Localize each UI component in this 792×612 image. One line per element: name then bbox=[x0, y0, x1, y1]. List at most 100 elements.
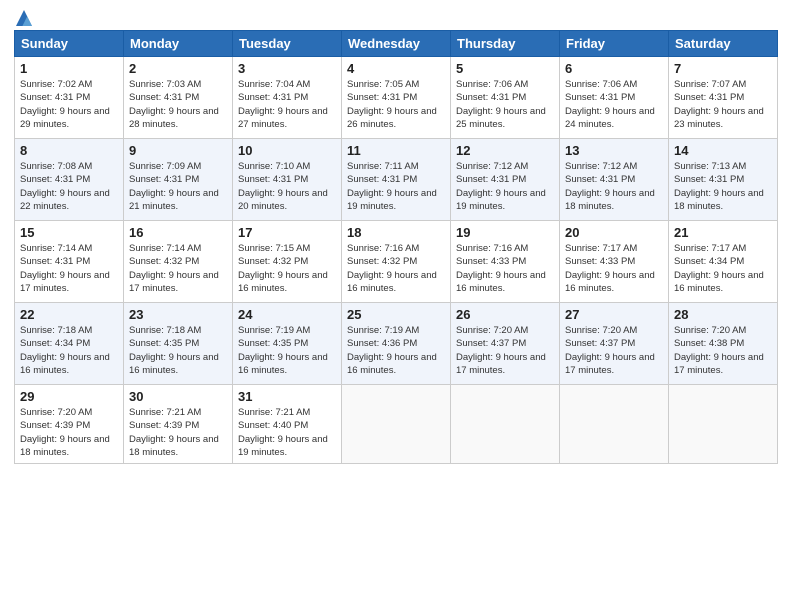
day-number: 5 bbox=[456, 61, 554, 76]
calendar-cell: 16 Sunrise: 7:14 AMSunset: 4:32 PMDayligh… bbox=[124, 221, 233, 303]
calendar-cell: 28 Sunrise: 7:20 AMSunset: 4:38 PMDayligh… bbox=[669, 303, 778, 385]
calendar-cell: 10 Sunrise: 7:10 AMSunset: 4:31 PMDayligh… bbox=[233, 139, 342, 221]
day-info: Sunrise: 7:06 AMSunset: 4:31 PMDaylight:… bbox=[565, 78, 663, 131]
calendar-cell: 29Sunrise: 7:20 AMSunset: 4:39 PMDayligh… bbox=[15, 385, 124, 464]
calendar-cell: 15 Sunrise: 7:14 AMSunset: 4:31 PMDayligh… bbox=[15, 221, 124, 303]
calendar-cell: 4 Sunrise: 7:05 AMSunset: 4:31 PMDaylight… bbox=[342, 57, 451, 139]
day-number: 3 bbox=[238, 61, 336, 76]
day-header-saturday: Saturday bbox=[669, 31, 778, 57]
calendar-cell bbox=[669, 385, 778, 464]
calendar-cell: 20Sunrise: 7:17 AMSunset: 4:33 PMDayligh… bbox=[560, 221, 669, 303]
day-info: Sunrise: 7:14 AMSunset: 4:32 PMDaylight:… bbox=[129, 242, 227, 295]
calendar-cell: 24Sunrise: 7:19 AMSunset: 4:35 PMDayligh… bbox=[233, 303, 342, 385]
day-number: 29 bbox=[20, 389, 118, 404]
week-row-4: 22 Sunrise: 7:18 AMSunset: 4:34 PMDayligh… bbox=[15, 303, 778, 385]
day-number: 23 bbox=[129, 307, 227, 322]
day-number: 4 bbox=[347, 61, 445, 76]
day-number: 21 bbox=[674, 225, 772, 240]
day-number: 18 bbox=[347, 225, 445, 240]
day-info: Sunrise: 7:20 AMSunset: 4:37 PMDaylight:… bbox=[456, 324, 554, 377]
day-info: Sunrise: 7:18 AMSunset: 4:35 PMDaylight:… bbox=[129, 324, 227, 377]
day-header-friday: Friday bbox=[560, 31, 669, 57]
calendar-cell: 13 Sunrise: 7:12 AMSunset: 4:31 PMDayligh… bbox=[560, 139, 669, 221]
day-header-sunday: Sunday bbox=[15, 31, 124, 57]
day-info: Sunrise: 7:09 AMSunset: 4:31 PMDaylight:… bbox=[129, 160, 227, 213]
calendar-cell: 12 Sunrise: 7:12 AMSunset: 4:31 PMDayligh… bbox=[451, 139, 560, 221]
day-info: Sunrise: 7:14 AMSunset: 4:31 PMDaylight:… bbox=[20, 242, 118, 295]
day-info: Sunrise: 7:04 AMSunset: 4:31 PMDaylight:… bbox=[238, 78, 336, 131]
day-number: 20 bbox=[565, 225, 663, 240]
day-number: 26 bbox=[456, 307, 554, 322]
logo bbox=[14, 10, 32, 22]
calendar-cell: 27Sunrise: 7:20 AMSunset: 4:37 PMDayligh… bbox=[560, 303, 669, 385]
day-number: 11 bbox=[347, 143, 445, 158]
day-number: 31 bbox=[238, 389, 336, 404]
day-number: 12 bbox=[456, 143, 554, 158]
day-info: Sunrise: 7:05 AMSunset: 4:31 PMDaylight:… bbox=[347, 78, 445, 131]
week-row-2: 8 Sunrise: 7:08 AMSunset: 4:31 PMDaylight… bbox=[15, 139, 778, 221]
day-info: Sunrise: 7:06 AMSunset: 4:31 PMDaylight:… bbox=[456, 78, 554, 131]
day-info: Sunrise: 7:18 AMSunset: 4:34 PMDaylight:… bbox=[20, 324, 118, 377]
calendar-cell: 17Sunrise: 7:15 AMSunset: 4:32 PMDayligh… bbox=[233, 221, 342, 303]
header bbox=[14, 10, 778, 22]
day-header-wednesday: Wednesday bbox=[342, 31, 451, 57]
day-number: 8 bbox=[20, 143, 118, 158]
calendar-cell: 25 Sunrise: 7:19 AMSunset: 4:36 PMDayligh… bbox=[342, 303, 451, 385]
day-info: Sunrise: 7:12 AMSunset: 4:31 PMDaylight:… bbox=[456, 160, 554, 213]
day-number: 15 bbox=[20, 225, 118, 240]
calendar-cell: 7 Sunrise: 7:07 AMSunset: 4:31 PMDaylight… bbox=[669, 57, 778, 139]
calendar-cell: 21 Sunrise: 7:17 AMSunset: 4:34 PMDayligh… bbox=[669, 221, 778, 303]
day-info: Sunrise: 7:19 AMSunset: 4:35 PMDaylight:… bbox=[238, 324, 336, 377]
day-info: Sunrise: 7:07 AMSunset: 4:31 PMDaylight:… bbox=[674, 78, 772, 131]
day-header-thursday: Thursday bbox=[451, 31, 560, 57]
day-number: 13 bbox=[565, 143, 663, 158]
day-info: Sunrise: 7:08 AMSunset: 4:31 PMDaylight:… bbox=[20, 160, 118, 213]
day-number: 22 bbox=[20, 307, 118, 322]
day-info: Sunrise: 7:16 AMSunset: 4:32 PMDaylight:… bbox=[347, 242, 445, 295]
day-info: Sunrise: 7:20 AMSunset: 4:37 PMDaylight:… bbox=[565, 324, 663, 377]
logo-text bbox=[14, 10, 32, 26]
day-number: 16 bbox=[129, 225, 227, 240]
week-row-3: 15 Sunrise: 7:14 AMSunset: 4:31 PMDayligh… bbox=[15, 221, 778, 303]
calendar-cell: 9 Sunrise: 7:09 AMSunset: 4:31 PMDaylight… bbox=[124, 139, 233, 221]
day-number: 25 bbox=[347, 307, 445, 322]
day-header-tuesday: Tuesday bbox=[233, 31, 342, 57]
day-info: Sunrise: 7:03 AMSunset: 4:31 PMDaylight:… bbox=[129, 78, 227, 131]
day-info: Sunrise: 7:12 AMSunset: 4:31 PMDaylight:… bbox=[565, 160, 663, 213]
day-info: Sunrise: 7:21 AMSunset: 4:40 PMDaylight:… bbox=[238, 406, 336, 459]
page: SundayMondayTuesdayWednesdayThursdayFrid… bbox=[0, 0, 792, 474]
calendar-cell: 3 Sunrise: 7:04 AMSunset: 4:31 PMDaylight… bbox=[233, 57, 342, 139]
calendar-cell: 11 Sunrise: 7:11 AMSunset: 4:31 PMDayligh… bbox=[342, 139, 451, 221]
calendar-cell: 31 Sunrise: 7:21 AMSunset: 4:40 PMDayligh… bbox=[233, 385, 342, 464]
day-number: 10 bbox=[238, 143, 336, 158]
day-number: 9 bbox=[129, 143, 227, 158]
day-info: Sunrise: 7:10 AMSunset: 4:31 PMDaylight:… bbox=[238, 160, 336, 213]
calendar-cell bbox=[451, 385, 560, 464]
day-number: 17 bbox=[238, 225, 336, 240]
day-number: 2 bbox=[129, 61, 227, 76]
day-info: Sunrise: 7:20 AMSunset: 4:38 PMDaylight:… bbox=[674, 324, 772, 377]
calendar-cell: 30Sunrise: 7:21 AMSunset: 4:39 PMDayligh… bbox=[124, 385, 233, 464]
calendar-cell: 6 Sunrise: 7:06 AMSunset: 4:31 PMDaylight… bbox=[560, 57, 669, 139]
day-info: Sunrise: 7:17 AMSunset: 4:34 PMDaylight:… bbox=[674, 242, 772, 295]
day-info: Sunrise: 7:02 AMSunset: 4:31 PMDaylight:… bbox=[20, 78, 118, 131]
day-number: 28 bbox=[674, 307, 772, 322]
day-info: Sunrise: 7:11 AMSunset: 4:31 PMDaylight:… bbox=[347, 160, 445, 213]
calendar-cell: 2 Sunrise: 7:03 AMSunset: 4:31 PMDaylight… bbox=[124, 57, 233, 139]
calendar-header-row: SundayMondayTuesdayWednesdayThursdayFrid… bbox=[15, 31, 778, 57]
calendar-cell: 14Sunrise: 7:13 AMSunset: 4:31 PMDayligh… bbox=[669, 139, 778, 221]
day-number: 14 bbox=[674, 143, 772, 158]
day-info: Sunrise: 7:16 AMSunset: 4:33 PMDaylight:… bbox=[456, 242, 554, 295]
calendar-cell: 18 Sunrise: 7:16 AMSunset: 4:32 PMDayligh… bbox=[342, 221, 451, 303]
day-info: Sunrise: 7:19 AMSunset: 4:36 PMDaylight:… bbox=[347, 324, 445, 377]
calendar-cell: 5 Sunrise: 7:06 AMSunset: 4:31 PMDaylight… bbox=[451, 57, 560, 139]
calendar-cell: 8 Sunrise: 7:08 AMSunset: 4:31 PMDaylight… bbox=[15, 139, 124, 221]
calendar-cell: 23 Sunrise: 7:18 AMSunset: 4:35 PMDayligh… bbox=[124, 303, 233, 385]
calendar-cell: 19 Sunrise: 7:16 AMSunset: 4:33 PMDayligh… bbox=[451, 221, 560, 303]
day-header-monday: Monday bbox=[124, 31, 233, 57]
week-row-5: 29Sunrise: 7:20 AMSunset: 4:39 PMDayligh… bbox=[15, 385, 778, 464]
day-number: 6 bbox=[565, 61, 663, 76]
day-number: 7 bbox=[674, 61, 772, 76]
day-number: 1 bbox=[20, 61, 118, 76]
day-number: 19 bbox=[456, 225, 554, 240]
